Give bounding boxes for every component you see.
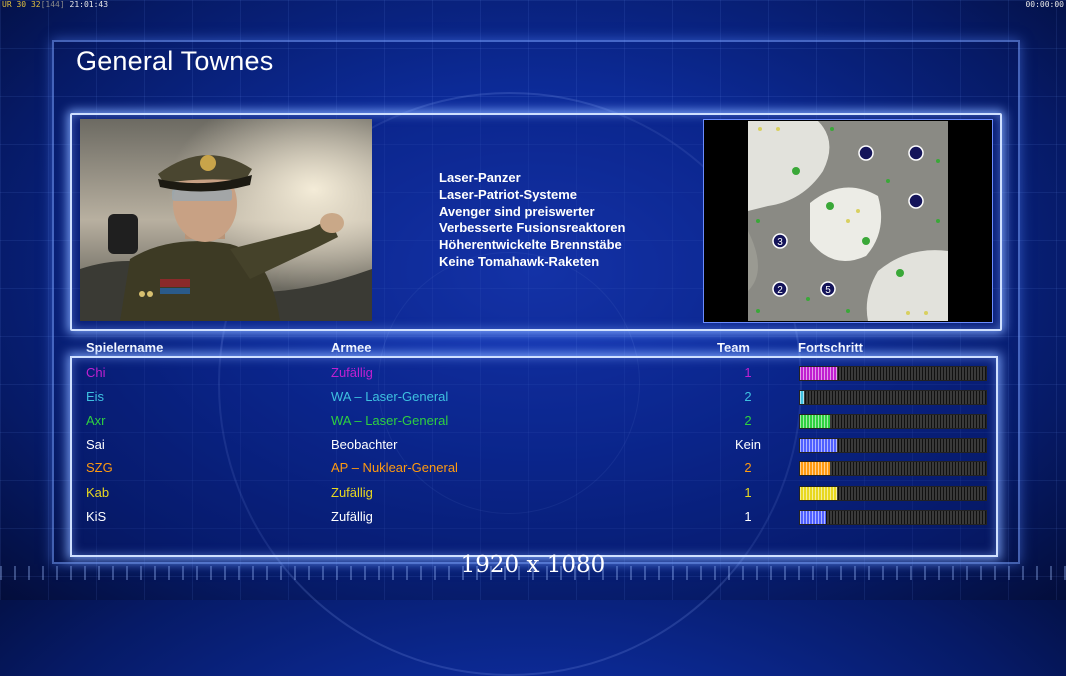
- player-team: 2: [744, 460, 752, 475]
- hud-timer: 00:00:00: [1025, 0, 1064, 9]
- hud-debug-readout: UR 30 32[144] 21:01:43: [2, 0, 108, 10]
- player-team: 2: [744, 413, 752, 428]
- player-name: SZG: [86, 460, 113, 475]
- header-player-name: Spielername: [86, 340, 164, 355]
- player-army: Zufällig: [331, 485, 373, 500]
- player-team: Kein: [734, 437, 762, 452]
- player-progress-fill: [800, 511, 827, 524]
- general-portrait-art: [80, 119, 372, 321]
- resolution-label: 1920 x 1080: [460, 552, 606, 578]
- player-row: Eis WA – Laser-General 2: [0, 385, 1066, 409]
- player-row: Axr WA – Laser-General 2: [0, 409, 1066, 433]
- player-progress-fill: [800, 462, 830, 475]
- player-name: Axr: [86, 413, 106, 428]
- player-team: 1: [744, 485, 752, 500]
- trait-item: Verbesserte Fusionsreaktoren: [439, 220, 626, 236]
- player-army: WA – Laser-General: [331, 389, 449, 404]
- trait-item: Höherentwickelte Brennstäbe: [439, 237, 622, 253]
- player-progress-fill: [800, 439, 838, 452]
- player-army: Zufällig: [331, 365, 373, 380]
- start-position-label: 3: [777, 237, 783, 248]
- player-army: WA – Laser-General: [331, 413, 449, 428]
- player-name: Chi: [86, 365, 106, 380]
- player-progress-fill: [800, 415, 830, 428]
- player-progress-fill: [800, 391, 804, 404]
- player-progress-bar: [799, 390, 987, 405]
- general-portrait-image: [80, 119, 372, 321]
- player-progress-bar: [799, 461, 987, 476]
- player-row: Chi Zufällig 1: [0, 361, 1066, 385]
- start-position-label: 2: [777, 285, 783, 296]
- player-row: KiS Zufällig 1: [0, 505, 1066, 529]
- map-preview: 3 2 5: [703, 119, 993, 323]
- player-row: SZG AP – Nuklear-General 2: [0, 456, 1066, 480]
- player-progress-bar: [799, 414, 987, 429]
- header-progress: Fortschritt: [798, 340, 863, 355]
- player-name: Kab: [86, 485, 110, 500]
- start-position-label: 5: [825, 285, 831, 296]
- hud-bracket: [144]: [40, 0, 65, 9]
- player-name: Eis: [86, 389, 105, 404]
- trait-item: Laser-Panzer: [439, 170, 521, 185]
- player-progress-bar: [799, 486, 987, 501]
- hud-extra: 32: [30, 0, 41, 9]
- hud-fps: 30: [16, 0, 27, 9]
- hud-clock: 21:01:43: [69, 0, 109, 9]
- general-traits-list: Laser-Panzer Laser-Patriot-Systeme Aveng…: [439, 170, 625, 271]
- player-progress-fill: [800, 367, 838, 380]
- player-name: Sai: [86, 437, 105, 452]
- header-team: Team: [717, 340, 750, 355]
- player-name: KiS: [86, 509, 107, 524]
- player-row: Kab Zufällig 1: [0, 481, 1066, 505]
- trait-item: Avenger sind preiswerter: [439, 203, 595, 219]
- player-progress-bar: [799, 366, 987, 381]
- trait-item: Keine Tomahawk-Raketen: [439, 253, 600, 269]
- player-army: AP – Nuklear-General: [331, 460, 458, 475]
- hud-prefix: UR: [2, 0, 12, 9]
- player-progress-fill: [800, 487, 838, 500]
- player-team: 1: [744, 365, 752, 380]
- player-team: 2: [744, 389, 752, 404]
- player-team: 1: [744, 509, 752, 524]
- player-row: Sai Beobachter Kein: [0, 433, 1066, 457]
- trait-item: Laser-Patriot-Systeme: [439, 186, 577, 202]
- header-army: Armee: [331, 340, 372, 355]
- player-progress-bar: [799, 438, 987, 453]
- player-army: Zufällig: [331, 509, 373, 524]
- minimap-art: 3 2 5: [748, 121, 948, 321]
- general-title: General Townes: [76, 46, 274, 76]
- player-army: Beobachter: [331, 437, 398, 452]
- player-progress-bar: [799, 510, 987, 525]
